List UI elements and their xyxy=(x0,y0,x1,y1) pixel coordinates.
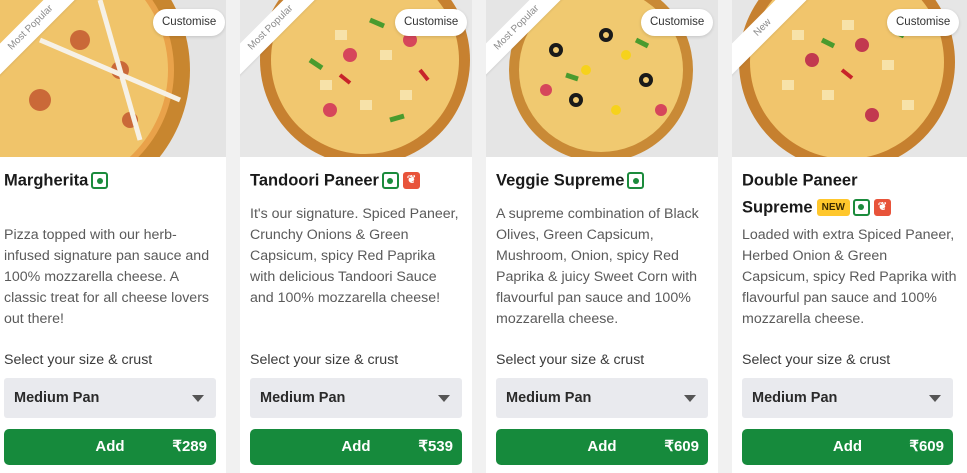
customise-button[interactable]: Customise xyxy=(887,9,960,36)
pizza-card-veggie-supreme[interactable]: Most Popular Customise Veggie Supreme A … xyxy=(486,0,718,473)
pizza-name: Tandoori Paneer xyxy=(250,171,379,190)
pizza-name: Double Paneer xyxy=(742,171,858,190)
add-button[interactable]: Add ₹289 xyxy=(4,429,216,465)
pizza-title: Tandoori Paneer ❦ xyxy=(250,167,462,194)
add-button[interactable]: Add ₹539 xyxy=(250,429,462,465)
price: ₹289 xyxy=(172,438,207,455)
pizza-card-tandoori-paneer[interactable]: Most Popular Customise Tandoori Paneer ❦ … xyxy=(240,0,472,473)
chevron-down-icon xyxy=(438,395,450,402)
pizza-title-block: Veggie Supreme xyxy=(486,167,718,194)
pizza-title: Margherita xyxy=(4,167,216,194)
size-crust-select[interactable]: Medium Pan xyxy=(4,378,216,418)
pizza-image[interactable]: New Customise xyxy=(732,0,967,157)
size-crust-select[interactable]: Medium Pan xyxy=(250,378,462,418)
pizza-description: Loaded with extra Spiced Paneer, Herbed … xyxy=(742,227,957,327)
customise-button[interactable]: Customise xyxy=(153,9,226,36)
pizza-title-block: Double Paneer Supreme NEW ❦ xyxy=(732,167,967,220)
veg-icon xyxy=(852,198,870,216)
pizza-name: Veggie Supreme xyxy=(496,171,625,190)
price: ₹609 xyxy=(664,438,699,455)
size-crust-select[interactable]: Medium Pan xyxy=(496,378,708,418)
size-crust-label: Select your size & crust xyxy=(742,352,891,368)
size-crust-select[interactable]: Medium Pan xyxy=(742,378,953,418)
add-button[interactable]: Add ₹609 xyxy=(496,429,708,465)
pizza-image[interactable]: Most Popular Customise xyxy=(0,0,226,157)
new-badge: NEW xyxy=(816,198,850,216)
pizza-title: Veggie Supreme xyxy=(496,167,708,194)
price: ₹609 xyxy=(909,438,944,455)
pizza-description: Pizza topped with our herb-infused signa… xyxy=(4,227,210,327)
pizza-title-block: Margherita xyxy=(0,167,226,194)
chili-icon: ❦ xyxy=(873,198,891,216)
chevron-down-icon xyxy=(929,395,941,402)
chili-icon: ❦ xyxy=(402,172,420,190)
price: ₹539 xyxy=(418,438,453,455)
pizza-image[interactable]: Most Popular Customise xyxy=(240,0,472,157)
pizza-name-line2: Supreme xyxy=(742,198,813,217)
pizza-image[interactable]: Most Popular Customise xyxy=(486,0,718,157)
pizza-title: Double Paneer Supreme NEW ❦ xyxy=(742,167,957,220)
veg-icon xyxy=(627,172,645,190)
pizza-card-double-paneer-supreme[interactable]: New Customise Double Paneer Supreme NEW ❦ … xyxy=(732,0,967,473)
size-crust-value: Medium Pan xyxy=(506,390,592,406)
pizza-title-block: Tandoori Paneer ❦ xyxy=(240,167,472,194)
pizza-menu-grid: Most Popular Customise Margherita Pizza … xyxy=(0,0,967,473)
chevron-down-icon xyxy=(684,395,696,402)
pizza-name: Margherita xyxy=(4,171,89,190)
pizza-card-margherita[interactable]: Most Popular Customise Margherita Pizza … xyxy=(0,0,226,473)
pizza-description: It's our signature. Spiced Paneer, Crunc… xyxy=(250,206,459,306)
veg-icon xyxy=(381,172,399,190)
size-crust-value: Medium Pan xyxy=(14,390,100,406)
pizza-description: A supreme combination of Black Olives, G… xyxy=(496,206,699,327)
chevron-down-icon xyxy=(192,395,204,402)
size-crust-label: Select your size & crust xyxy=(250,352,399,368)
size-crust-label: Select your size & crust xyxy=(4,352,153,368)
size-crust-label: Select your size & crust xyxy=(496,352,645,368)
size-crust-value: Medium Pan xyxy=(260,390,346,406)
size-crust-value: Medium Pan xyxy=(752,390,838,406)
customise-button[interactable]: Customise xyxy=(395,9,468,36)
customise-button[interactable]: Customise xyxy=(641,9,714,36)
add-button[interactable]: Add ₹609 xyxy=(742,429,953,465)
veg-icon xyxy=(91,172,109,190)
